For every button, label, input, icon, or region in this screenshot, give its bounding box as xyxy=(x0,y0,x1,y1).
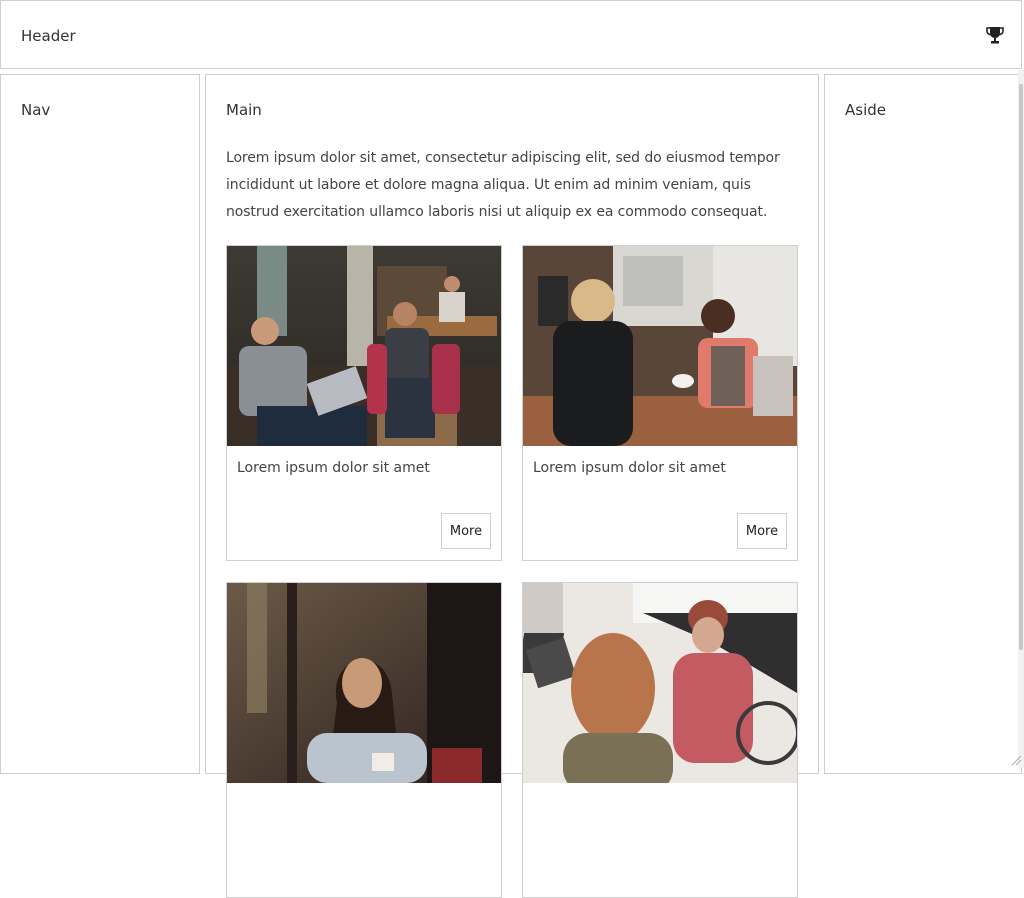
card: Lorem ipsum dolor sit amet More xyxy=(522,245,798,561)
aside-panel: Aside xyxy=(824,74,1022,774)
vertical-scrollbar[interactable] xyxy=(1018,70,1024,768)
card-text: Lorem ipsum dolor sit amet xyxy=(237,460,430,476)
more-button[interactable]: More xyxy=(737,513,787,549)
nav-panel: Nav xyxy=(0,74,200,774)
nav-title: Nav xyxy=(21,101,51,119)
trophy-icon xyxy=(986,27,1004,44)
card xyxy=(522,582,798,898)
card-image xyxy=(227,246,501,446)
header-title: Header xyxy=(21,27,76,45)
main-panel: Main Lorem ipsum dolor sit amet, consect… xyxy=(205,74,819,898)
card-image xyxy=(523,583,797,783)
page-header: Header xyxy=(0,0,1022,69)
scrollbar-thumb[interactable] xyxy=(1019,84,1023,650)
intro-paragraph: Lorem ipsum dolor sit amet, consectetur … xyxy=(226,150,780,220)
card xyxy=(226,582,502,898)
card-image xyxy=(227,583,501,783)
resize-grip-icon[interactable] xyxy=(1010,754,1022,766)
card-text: Lorem ipsum dolor sit amet xyxy=(533,460,726,476)
card: Lorem ipsum dolor sit amet More xyxy=(226,245,502,561)
card-image xyxy=(523,246,797,446)
aside-title: Aside xyxy=(845,101,886,119)
main-title: Main xyxy=(226,101,262,119)
more-button[interactable]: More xyxy=(441,513,491,549)
